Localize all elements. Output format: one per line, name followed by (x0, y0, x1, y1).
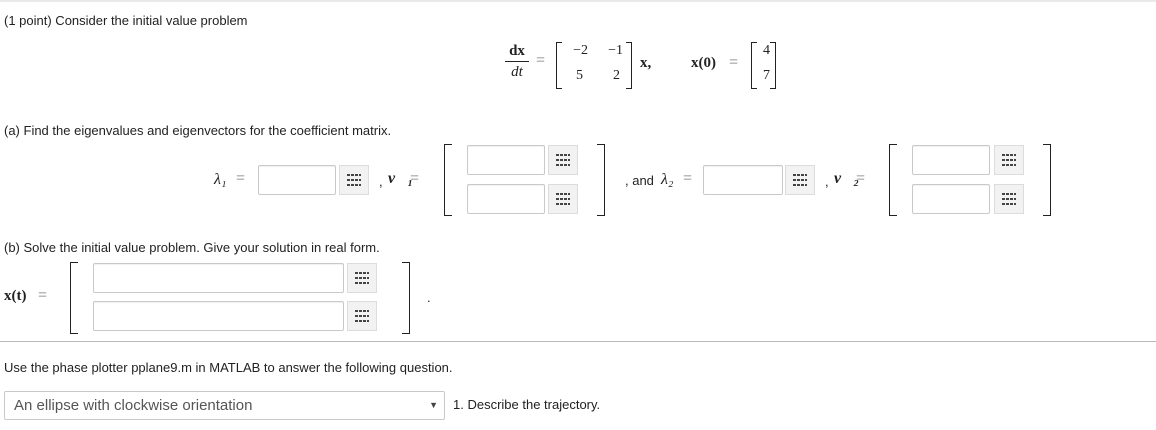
trajectory-question: 1. Describe the trajectory. (453, 397, 601, 412)
trajectory-select[interactable]: An ellipse with clockwise orientation ▼ (4, 391, 445, 420)
ic-equals-sign: = (729, 54, 739, 71)
derivative-fraction: dx dt (505, 42, 529, 81)
v2-top-input[interactable] (912, 145, 990, 175)
fraction-bar (505, 61, 529, 62)
matrix-a21: 5 (576, 68, 583, 83)
lambda1-input[interactable] (258, 165, 336, 195)
lambda1-label: λ₁ (214, 171, 227, 188)
grid-icon (355, 272, 369, 284)
v2-equals: = (856, 170, 866, 187)
lambda2-input[interactable] (703, 165, 783, 195)
v2-comma: , (825, 174, 829, 189)
phase-instruction: Use the phase plotter pplane9.m in MATLA… (4, 360, 453, 375)
lambda2-equals: = (683, 170, 693, 187)
part-b-prompt: (b) Solve the initial value problem. Giv… (4, 240, 380, 255)
grid-icon (556, 154, 570, 166)
ic-value-top: 4 (763, 43, 770, 58)
state-vector: x, (640, 55, 652, 71)
top-divider (0, 0, 1156, 2)
xt-top-input[interactable] (93, 263, 344, 293)
grid-icon (556, 193, 570, 205)
v1-left-bracket (444, 144, 452, 216)
grid-icon (1002, 193, 1016, 205)
v2-bottom-math-editor-button[interactable] (994, 184, 1024, 214)
grid-icon (793, 174, 807, 186)
equals-sign: = (536, 52, 546, 69)
matrix-right-bracket (626, 42, 632, 89)
v2-bottom-input[interactable] (912, 184, 990, 214)
matrix-a12: −1 (608, 43, 623, 58)
v2-top-math-editor-button[interactable] (994, 145, 1024, 175)
xt-period: . (427, 290, 431, 305)
trajectory-selected-value: An ellipse with clockwise orientation (14, 397, 253, 414)
v1-equals: = (410, 170, 420, 187)
grid-icon (1002, 154, 1016, 166)
xt-top-math-editor-button[interactable] (347, 263, 377, 293)
xt-left-bracket (70, 262, 78, 334)
v1-right-bracket (597, 144, 605, 216)
fraction-denominator: dt (511, 64, 523, 80)
xt-equals: = (38, 287, 48, 304)
lambda1-math-editor-button[interactable] (339, 165, 369, 195)
v1-top-math-editor-button[interactable] (548, 145, 578, 175)
part-a-prompt: (a) Find the eigenvalues and eigenvector… (4, 123, 392, 138)
grid-icon (347, 174, 361, 186)
xt-right-bracket (402, 262, 410, 334)
v1-top-input[interactable] (467, 145, 545, 175)
ic-right-bracket (770, 42, 776, 89)
v2-right-bracket (1043, 144, 1051, 216)
xt-bottom-math-editor-button[interactable] (347, 301, 377, 331)
ic-value-bottom: 7 (763, 68, 770, 83)
v2-left-bracket (889, 144, 897, 216)
grid-icon (355, 310, 369, 322)
matrix-a11: −2 (573, 43, 588, 58)
v1-bottom-math-editor-button[interactable] (548, 184, 578, 214)
initial-condition-label: x(0) (691, 55, 716, 71)
v1-bottom-input[interactable] (467, 184, 545, 214)
xt-bottom-input[interactable] (93, 301, 344, 331)
section-divider (0, 341, 1156, 342)
lambda1-equals: = (236, 170, 246, 187)
fraction-numerator: dx (509, 43, 525, 59)
matrix-a22: 2 (613, 68, 620, 83)
caret-down-icon: ▼ (429, 400, 438, 410)
v1-comma: , (379, 174, 383, 189)
problem-header: (1 point) Consider the initial value pro… (4, 13, 248, 28)
lambda2-math-editor-button[interactable] (785, 165, 815, 195)
lambda2-label: λ₂ (661, 171, 674, 188)
and-text: , and (625, 173, 654, 188)
xt-label: x(t) (4, 288, 27, 304)
